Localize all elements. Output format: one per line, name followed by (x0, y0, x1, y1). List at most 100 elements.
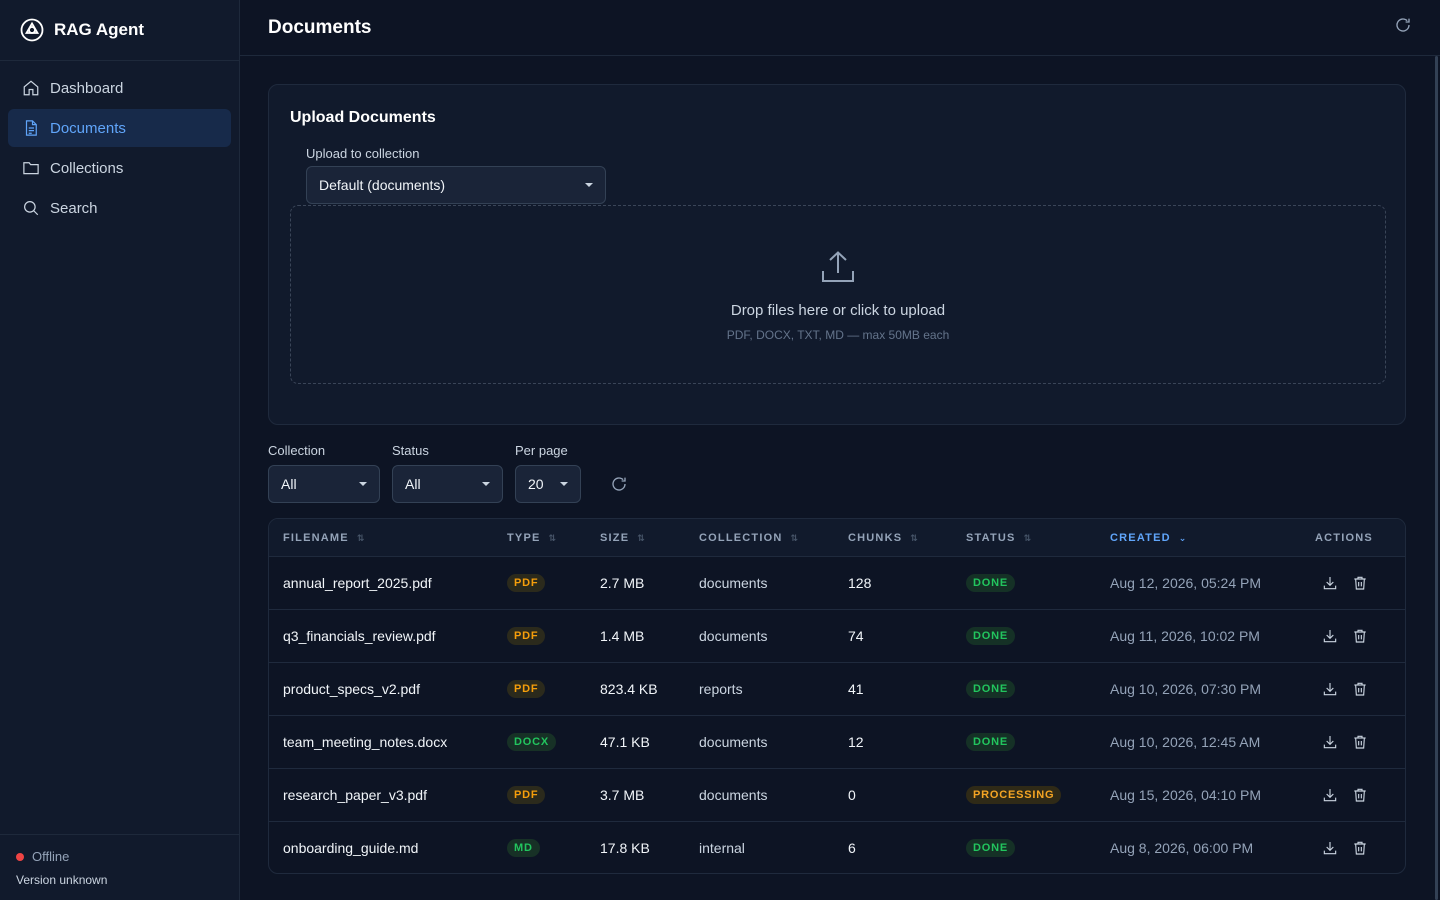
cell-created: Aug 12, 2026, 05:24 PM (1110, 575, 1261, 591)
download-button[interactable] (1322, 822, 1338, 873)
sort-icon: ⇅ (356, 532, 366, 543)
column-header-filename[interactable]: FILENAME ⇅ (283, 519, 366, 557)
cell-size: 1.4 MB (600, 628, 645, 644)
column-header-status[interactable]: STATUS ⇅ (966, 519, 1032, 557)
cell-status: DONE (966, 716, 1015, 768)
type-badge: PDF (507, 627, 546, 645)
column-header-collection[interactable]: COLLECTION ⇅ (699, 519, 799, 557)
sidebar: RAG Agent Dashboard Documents Collection… (0, 0, 240, 900)
sort-icon: ⇅ (910, 532, 920, 543)
column-header-actions: ACTIONS (1315, 532, 1373, 544)
status-filter-value: All (405, 476, 421, 492)
type-badge: MD (507, 839, 540, 857)
dropzone-text: Drop files here or click to upload (730, 302, 946, 319)
sidebar-item-label: Documents (50, 119, 126, 137)
cell-collection: documents (699, 628, 768, 644)
column-header-created[interactable]: CREATED ⌄ (1110, 519, 1188, 557)
upload-collection-label: Upload to collection (306, 146, 420, 161)
trash-icon (1354, 629, 1366, 643)
download-icon (1323, 789, 1337, 802)
cell-filename: q3_financials_review.pdf (283, 628, 436, 644)
trash-icon (1354, 682, 1366, 696)
cell-type: PDF (507, 663, 546, 715)
trash-icon (1354, 576, 1366, 590)
refresh-list-button[interactable] (610, 475, 628, 498)
table-row[interactable]: research_paper_v3.pdf PDF 3.7 MB documen… (269, 769, 1405, 822)
table-row[interactable]: product_specs_v2.pdf PDF 823.4 KB report… (269, 663, 1405, 716)
upload-collection-select[interactable]: Default (documents) (306, 166, 606, 204)
cell-size: 2.7 MB (600, 575, 645, 591)
column-header-chunks[interactable]: CHUNKS ⇅ (848, 519, 919, 557)
sidebar-item-dashboard[interactable]: Dashboard (8, 69, 231, 107)
status-badge: DONE (966, 733, 1015, 751)
download-button[interactable] (1322, 610, 1338, 662)
delete-button[interactable] (1352, 557, 1368, 609)
sidebar-footer: Offline Version unknown (0, 834, 239, 900)
status-badge: DONE (966, 574, 1015, 592)
table-row[interactable]: annual_report_2025.pdf PDF 2.7 MB docume… (269, 557, 1405, 610)
cell-filename: team_meeting_notes.docx (283, 734, 448, 750)
download-button[interactable] (1322, 663, 1338, 715)
cell-type: DOCX (507, 716, 556, 768)
scrollbar[interactable] (1435, 56, 1438, 900)
cell-created: Aug 10, 2026, 12:45 AM (1110, 734, 1261, 750)
download-icon (1323, 736, 1337, 749)
search-icon (24, 201, 39, 216)
cell-filename: onboarding_guide.md (283, 840, 419, 856)
sidebar-item-search[interactable]: Search (8, 189, 231, 227)
cell-chunks: 74 (848, 628, 864, 644)
download-icon (1323, 577, 1337, 590)
brand[interactable]: RAG Agent (0, 0, 239, 61)
cell-collection: reports (699, 681, 743, 697)
cell-filename: annual_report_2025.pdf (283, 575, 432, 591)
status-filter-select[interactable]: All (392, 465, 503, 503)
upload-collection-value: Default (documents) (319, 177, 446, 193)
main-content: Documents Upload Documents Upload to col… (240, 0, 1440, 900)
per-page-filter: Per page 20 (515, 443, 581, 503)
type-badge: DOCX (507, 733, 556, 751)
trash-icon (1354, 841, 1366, 855)
cell-type: MD (507, 822, 540, 873)
cell-type: PDF (507, 557, 546, 609)
cell-collection: documents (699, 575, 768, 591)
sort-icon: ⇅ (548, 532, 558, 543)
sidebar-item-label: Search (50, 199, 98, 217)
dropzone[interactable]: Drop files here or click to upload PDF, … (290, 205, 1386, 384)
download-button[interactable] (1322, 716, 1338, 768)
download-icon (1323, 630, 1337, 643)
table-row[interactable]: team_meeting_notes.docx DOCX 47.1 KB doc… (269, 716, 1405, 769)
sidebar-item-collections[interactable]: Collections (8, 149, 231, 187)
cell-size: 823.4 KB (600, 681, 658, 697)
cell-status: DONE (966, 663, 1015, 715)
table-header: FILENAME ⇅ TYPE ⇅ SIZE ⇅ COLLECTION ⇅ CHUNKS… (269, 519, 1405, 557)
refresh-button[interactable] (1394, 16, 1412, 39)
status-badge: DONE (966, 680, 1015, 698)
delete-button[interactable] (1352, 663, 1368, 715)
table-row[interactable]: q3_financials_review.pdf PDF 1.4 MB docu… (269, 610, 1405, 663)
download-button[interactable] (1322, 769, 1338, 821)
column-header-size[interactable]: SIZE ⇅ (600, 519, 646, 557)
sort-icon: ⇅ (1023, 532, 1033, 543)
folder-icon (23, 162, 39, 175)
chevron-down-icon (482, 482, 490, 486)
cell-created: Aug 11, 2026, 10:02 PM (1110, 628, 1260, 644)
delete-button[interactable] (1352, 769, 1368, 821)
status-text: Offline (32, 849, 70, 864)
collection-filter-select[interactable]: All (268, 465, 380, 503)
cell-collection: internal (699, 840, 745, 856)
cell-status: DONE (966, 822, 1015, 873)
status-badge: DONE (966, 627, 1015, 645)
refresh-icon (612, 477, 626, 491)
delete-button[interactable] (1352, 716, 1368, 768)
table-row[interactable]: onboarding_guide.md MD 17.8 KB internal … (269, 822, 1405, 873)
documents-table: FILENAME ⇅ TYPE ⇅ SIZE ⇅ COLLECTION ⇅ CHUNKS… (268, 518, 1406, 874)
delete-button[interactable] (1352, 822, 1368, 873)
column-header-type[interactable]: TYPE ⇅ (507, 519, 557, 557)
status-badge: PROCESSING (966, 786, 1062, 804)
delete-button[interactable] (1352, 610, 1368, 662)
app-name: RAG Agent (54, 20, 145, 39)
type-badge: PDF (507, 574, 546, 592)
download-button[interactable] (1322, 557, 1338, 609)
sidebar-item-documents[interactable]: Documents (8, 109, 231, 147)
per-page-select[interactable]: 20 (515, 465, 581, 503)
